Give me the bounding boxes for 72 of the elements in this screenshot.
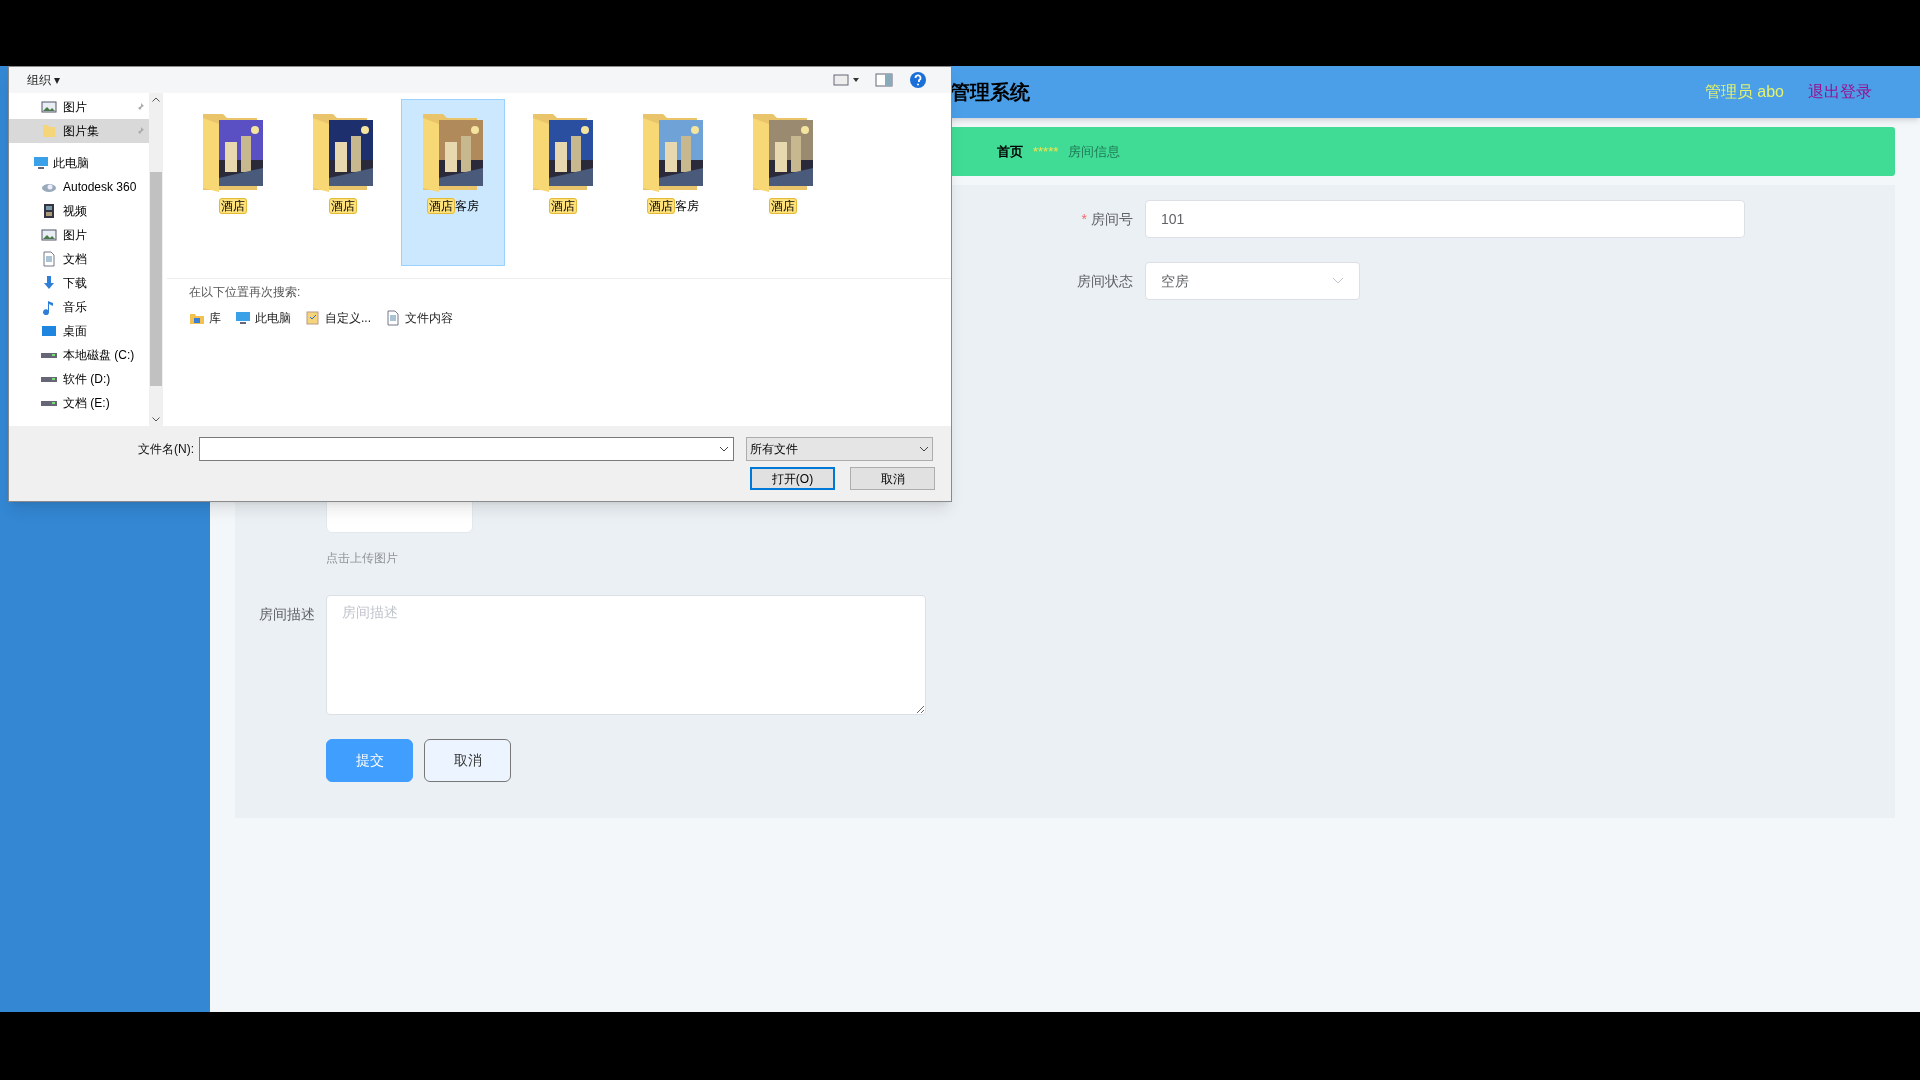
breadcrumb-current: 房间信息 [1068, 142, 1121, 161]
nav-item[interactable]: 图片集 [9, 119, 149, 143]
upload-hint: 点击上传图片 [326, 550, 399, 567]
drive-icon [41, 352, 57, 358]
folder-name: 酒店 [549, 197, 577, 215]
breadcrumb-home[interactable]: 首页 [997, 141, 1023, 162]
search-location-link[interactable]: 文件内容 [385, 309, 453, 327]
organize-button[interactable]: 组织 ▾ [27, 71, 61, 89]
folder-name: 酒店 [329, 197, 357, 215]
nav-item[interactable]: 下载 [9, 271, 149, 295]
folder-name: 酒店 [769, 197, 797, 215]
search-location-link[interactable]: 此电脑 [235, 309, 291, 327]
folder-check-icon [305, 310, 321, 326]
image-icon [41, 227, 57, 243]
app-title: 管理系统 [950, 80, 1030, 105]
image-icon [41, 99, 57, 115]
nav-item[interactable]: 图片 [9, 223, 149, 247]
desktop-icon [41, 323, 57, 339]
document-icon [385, 310, 401, 326]
folder-name: 酒店 [219, 197, 247, 215]
nav-item[interactable]: 软件 (D:) [9, 367, 149, 391]
breadcrumb-separator: ***** [1033, 142, 1059, 161]
admin-name: 管理员 abo [1704, 82, 1784, 102]
folder-item[interactable]: 酒店 [181, 99, 285, 266]
folder-name: 酒店 客房 [427, 197, 479, 215]
folder-item[interactable]: 酒店 客房 [621, 99, 725, 266]
room-number-label: 房间号 [1091, 209, 1133, 229]
cancel-button[interactable]: 取消 [424, 739, 511, 782]
chevron-down-icon [1332, 277, 1344, 285]
required-mark: * [1081, 209, 1087, 229]
description-label: 房间描述 [258, 605, 315, 624]
nav-item[interactable]: 图片 [9, 95, 149, 119]
folder-item[interactable]: 酒店 [731, 99, 835, 266]
chevron-down-icon[interactable] [719, 446, 729, 452]
computer-icon [235, 310, 251, 326]
document-icon [41, 251, 57, 267]
room-number-field[interactable]: 101 [1145, 200, 1745, 238]
chevron-down-icon [919, 446, 929, 452]
description-field[interactable]: 房间描述 [326, 595, 926, 715]
nav-item[interactable]: 本地磁盘 (C:) [9, 343, 149, 367]
folder-name: 酒店 客房 [647, 197, 699, 215]
filename-field[interactable] [199, 437, 734, 461]
nav-item[interactable]: 此电脑 [9, 151, 149, 175]
room-status-label: 房间状态 [1077, 271, 1133, 291]
drive-icon [41, 400, 57, 406]
file-type-select[interactable]: 所有文件 [746, 437, 933, 461]
drive-icon [41, 376, 57, 382]
view-menu-icon[interactable] [833, 73, 859, 87]
folder-item[interactable]: 酒店 [511, 99, 615, 266]
film-icon [41, 203, 57, 219]
open-button[interactable]: 打开(O) [750, 467, 835, 490]
folder-item[interactable]: 酒店 [291, 99, 395, 266]
nav-item[interactable]: 文档 (E:) [9, 391, 149, 415]
scrollbar[interactable] [149, 93, 163, 426]
nav-item[interactable]: Autodesk 360 [9, 175, 149, 199]
nav-item[interactable]: 桌面 [9, 319, 149, 343]
download-icon [41, 275, 57, 291]
filename-label: 文件名(N): [138, 441, 194, 458]
search-again-title: 在以下位置再次搜索: [189, 284, 302, 301]
scroll-up-icon[interactable] [152, 97, 160, 102]
folder-item[interactable]: 酒店 客房 [401, 99, 505, 266]
search-location-link[interactable]: 库 [189, 309, 221, 327]
nav-item[interactable]: 音乐 [9, 295, 149, 319]
room-status-select[interactable]: 空房 [1145, 262, 1360, 300]
nav-item[interactable]: 文档 [9, 247, 149, 271]
search-location-link[interactable]: 自定义... [305, 309, 371, 327]
scroll-down-icon[interactable] [152, 417, 160, 422]
nav-item[interactable]: 视频 [9, 199, 149, 223]
help-icon[interactable] [909, 71, 927, 89]
computer-icon [33, 155, 49, 171]
cancel-button[interactable]: 取消 [850, 467, 935, 490]
folder-icon [41, 123, 57, 139]
